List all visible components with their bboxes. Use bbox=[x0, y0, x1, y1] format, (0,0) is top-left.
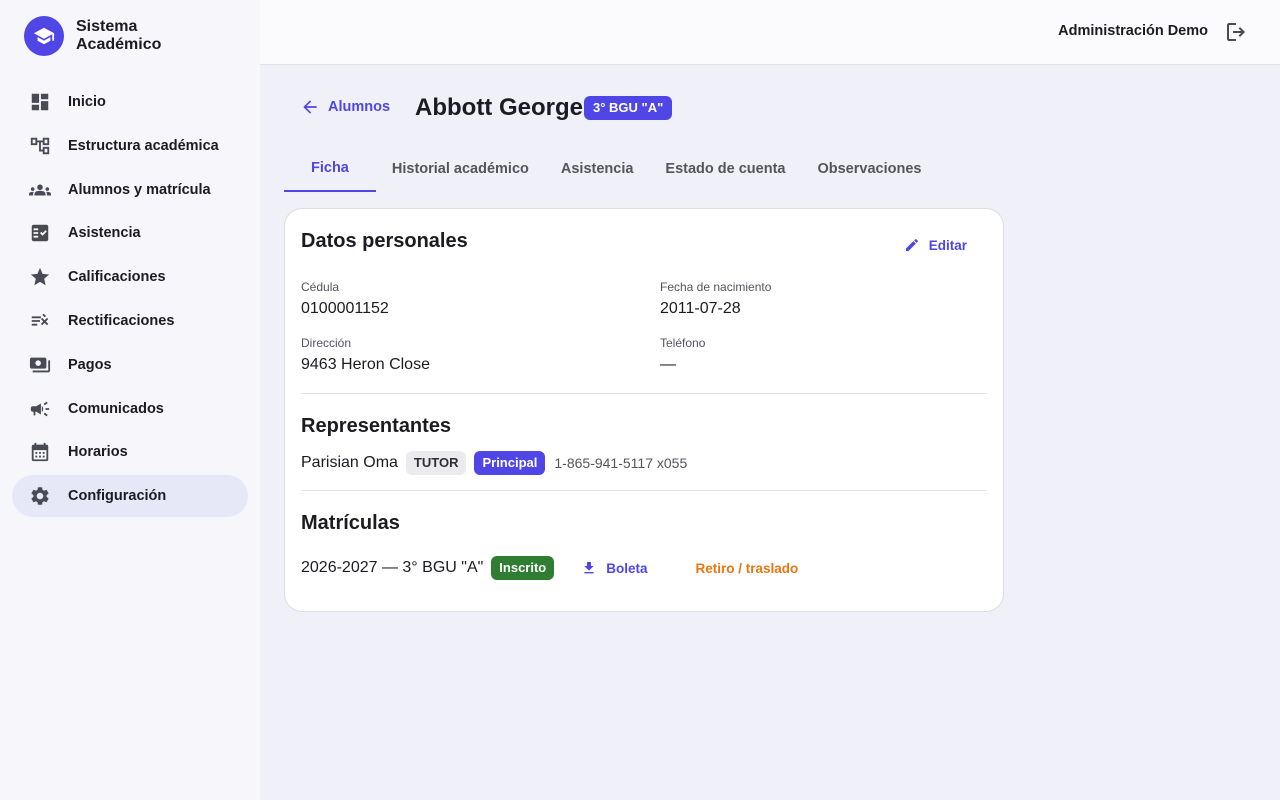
sidebar-item-label: Inicio bbox=[68, 94, 106, 110]
sidebar-item-label: Horarios bbox=[68, 444, 128, 461]
graduation-cap-icon bbox=[24, 16, 64, 56]
top-bar: Administración Demo bbox=[260, 0, 1280, 65]
hierarchy-icon bbox=[28, 134, 52, 158]
enrollment-label: 2026-2027 — 3° BGU "A" bbox=[301, 559, 484, 576]
sidebar-item-label: Rectificaciones bbox=[68, 312, 175, 329]
pencil-icon bbox=[905, 238, 918, 251]
cedula-value: 0100001152 bbox=[301, 300, 389, 317]
birth-date-value: 2011-07-28 bbox=[660, 300, 741, 317]
sidebar-item-label: Comunicados bbox=[68, 400, 164, 417]
brand[interactable]: Sistema Académico bbox=[24, 16, 161, 56]
cedula-label: Cédula bbox=[301, 280, 340, 294]
tab-historial-academico[interactable]: Historial académico bbox=[376, 146, 545, 192]
representative-phone: 1-865-941-5117 x055 bbox=[554, 455, 688, 471]
sidebar-item-rectificaciones[interactable]: Rectificaciones bbox=[12, 300, 248, 342]
tab-asistencia[interactable]: Asistencia bbox=[545, 146, 650, 192]
withdraw-transfer-button[interactable]: Retiro / traslado bbox=[696, 561, 799, 576]
user-name: Administración Demo bbox=[1058, 23, 1208, 39]
edit-button-label: Editar bbox=[928, 237, 967, 253]
student-card: Datos personales Editar Cédula 010000115… bbox=[284, 208, 1004, 612]
sidebar-item-estructura[interactable]: Estructura académica bbox=[12, 125, 248, 167]
arrow-left-icon bbox=[303, 100, 317, 114]
grade-badge: 3° BGU "A" bbox=[584, 96, 673, 120]
dashboard-icon bbox=[28, 90, 52, 114]
sidebar-item-label: Pagos bbox=[68, 356, 112, 373]
page-title: Abbott George bbox=[415, 94, 583, 121]
status-badge: Inscrito bbox=[491, 556, 555, 580]
sidebar-item-label: Configuración bbox=[68, 488, 167, 505]
sidebar-item-label: Asistencia bbox=[68, 225, 141, 242]
representative-name: Parisian Oma bbox=[301, 454, 398, 471]
payments-icon bbox=[28, 353, 52, 377]
enrollments-title: Matrículas bbox=[301, 512, 400, 534]
divider bbox=[301, 393, 987, 394]
rule-edit-icon bbox=[28, 309, 52, 333]
divider bbox=[301, 490, 987, 491]
sidebar: Sistema Académico Inicio Estructura acad… bbox=[0, 0, 260, 800]
tab-ficha[interactable]: Ficha bbox=[284, 146, 376, 192]
calendar-icon bbox=[28, 440, 52, 464]
sidebar-item-asistencia[interactable]: Asistencia bbox=[12, 212, 248, 254]
tab-observaciones[interactable]: Observaciones bbox=[801, 146, 937, 192]
sidebar-item-label: Alumnos y matrícula bbox=[68, 181, 211, 198]
sidebar-item-inicio[interactable]: Inicio bbox=[12, 81, 248, 123]
star-icon bbox=[28, 265, 52, 289]
app-title: Sistema Académico bbox=[76, 18, 161, 54]
representative-row: Parisian Oma TUTOR Principal 1-865-941-5… bbox=[301, 450, 687, 476]
sidebar-item-comunicados[interactable]: Comunicados bbox=[12, 388, 248, 430]
enrollment-row: 2026-2027 — 3° BGU "A" Inscrito Boleta R… bbox=[301, 555, 798, 581]
representatives-title: Representantes bbox=[301, 415, 452, 437]
app-title-line1: Sistema bbox=[76, 18, 138, 35]
sidebar-nav: Inicio Estructura académica Alumnos y ma… bbox=[12, 81, 248, 519]
phone-label: Teléfono bbox=[660, 336, 706, 350]
checklist-icon bbox=[28, 221, 52, 245]
download-icon bbox=[584, 562, 594, 574]
role-chip: TUTOR bbox=[405, 451, 467, 475]
sidebar-item-calificaciones[interactable]: Calificaciones bbox=[12, 256, 248, 298]
sidebar-item-configuracion[interactable]: Configuración bbox=[12, 475, 248, 518]
address-value: 9463 Heron Close bbox=[301, 356, 430, 373]
megaphone-icon bbox=[28, 397, 52, 421]
tab-bar: Ficha Historial académico Asistencia Est… bbox=[284, 146, 937, 192]
tab-estado-de-cuenta[interactable]: Estado de cuenta bbox=[649, 146, 801, 192]
sidebar-item-label: Estructura académica bbox=[68, 137, 219, 154]
address-label: Dirección bbox=[301, 336, 352, 350]
birth-date-label: Fecha de nacimiento bbox=[660, 280, 772, 294]
sidebar-item-horarios[interactable]: Horarios bbox=[12, 431, 248, 473]
sidebar-item-pagos[interactable]: Pagos bbox=[12, 344, 248, 386]
sidebar-item-label: Calificaciones bbox=[68, 269, 166, 286]
back-link-label: Alumnos bbox=[328, 99, 391, 115]
phone-value: — bbox=[660, 356, 676, 373]
logout-icon[interactable] bbox=[1224, 20, 1248, 44]
boleta-label: Boleta bbox=[606, 560, 648, 576]
back-to-alumnos-link[interactable]: Alumnos bbox=[300, 97, 390, 117]
download-boleta-button[interactable]: Boleta bbox=[581, 560, 648, 576]
principal-chip: Principal bbox=[474, 451, 546, 475]
app-title-line2: Académico bbox=[76, 36, 162, 53]
edit-button[interactable]: Editar bbox=[904, 237, 967, 253]
sidebar-item-alumnos[interactable]: Alumnos y matrícula bbox=[12, 169, 248, 211]
gear-icon bbox=[28, 484, 52, 508]
people-icon bbox=[28, 178, 52, 202]
personal-data-title: Datos personales bbox=[301, 230, 468, 252]
